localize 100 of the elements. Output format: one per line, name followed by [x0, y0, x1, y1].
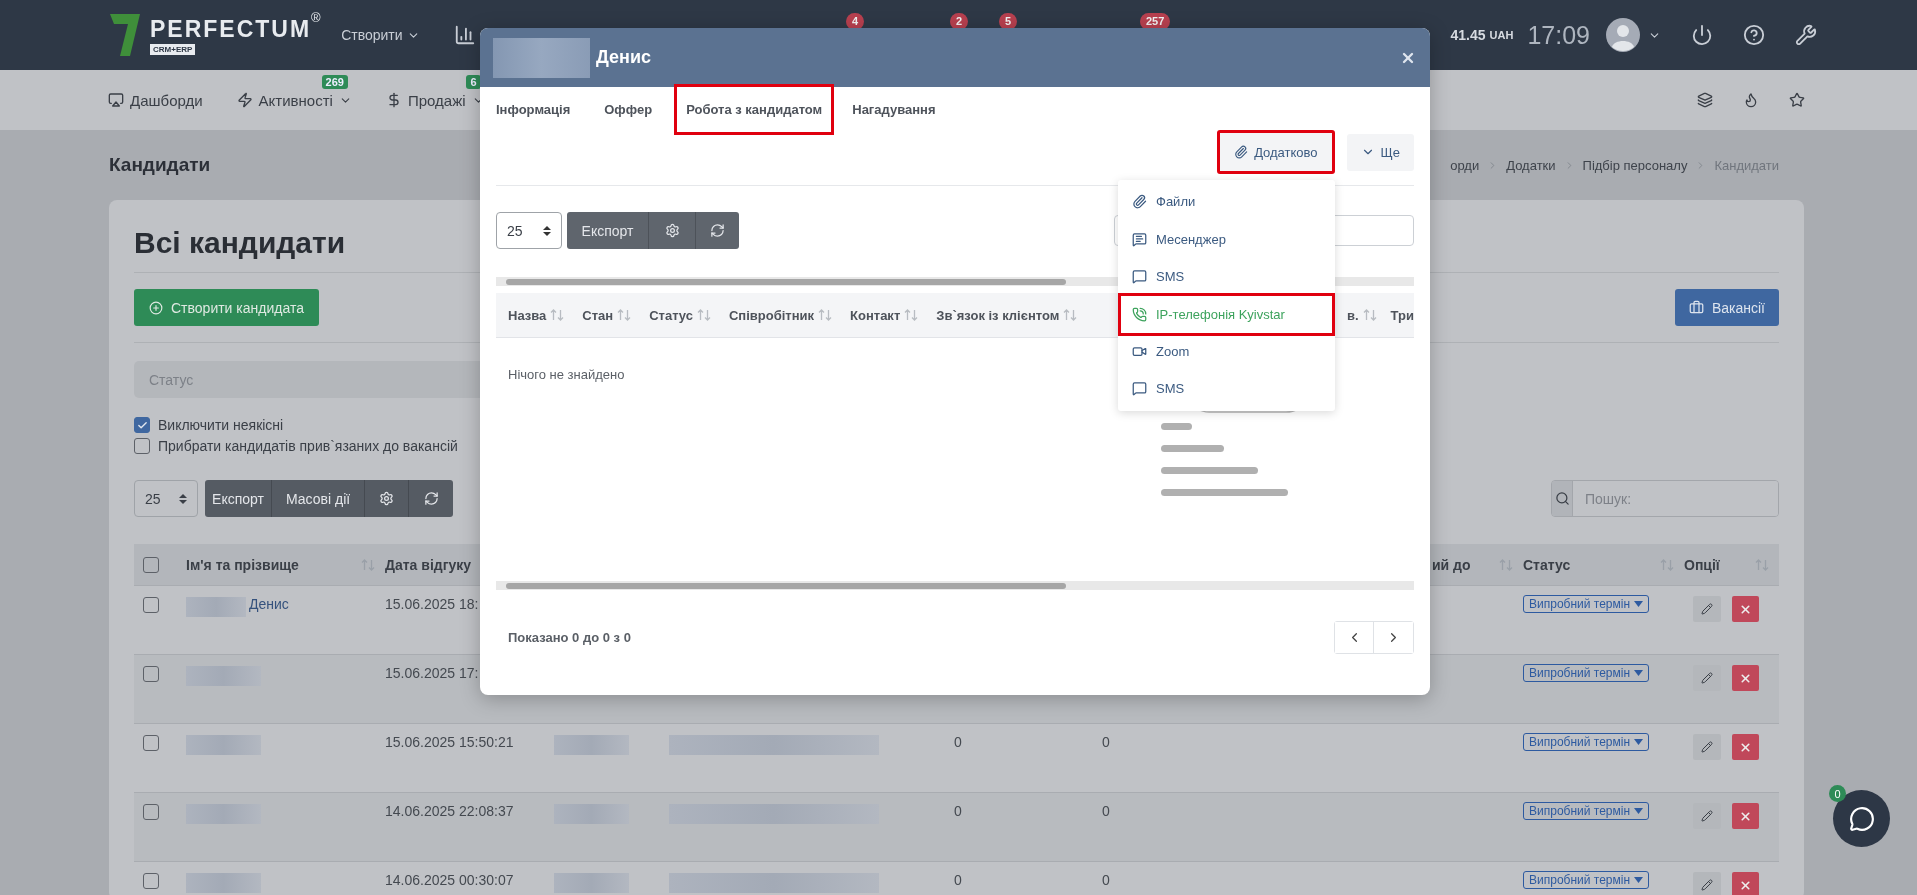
registered-mark: ®	[311, 10, 321, 25]
status-dropdown[interactable]: Випробний термін	[1523, 664, 1650, 682]
candidate-link[interactable]: Денис	[249, 597, 289, 612]
refresh-icon	[423, 491, 439, 506]
layers-icon[interactable]	[1697, 92, 1713, 108]
spinner-icon	[179, 492, 187, 505]
column-header[interactable]: Опції	[1684, 556, 1720, 573]
flame-icon[interactable]	[1743, 92, 1759, 108]
check-icon	[136, 419, 148, 431]
edit-button[interactable]	[1693, 872, 1721, 895]
speech-bubble-icon	[1848, 805, 1875, 832]
nav-item[interactable]: Дашборди	[108, 91, 203, 109]
more-button[interactable]: Ще	[1346, 133, 1414, 171]
gear-icon	[379, 491, 395, 506]
status-dropdown[interactable]: Випробний термін	[1523, 802, 1650, 820]
help-icon[interactable]	[1743, 24, 1765, 46]
table-cell: 0	[954, 804, 962, 819]
table-cell: 0	[1102, 735, 1110, 750]
checkbox[interactable]	[134, 417, 150, 433]
table-cell: 15.06.2025 18:	[385, 597, 479, 612]
logo-text: PERFECTUM	[150, 15, 312, 43]
edit-button[interactable]	[1693, 734, 1721, 760]
vacancies-button[interactable]: Вакансії	[1674, 289, 1779, 326]
breadcrumb-link[interactable]: Підбір персоналу	[1582, 157, 1688, 173]
delete-button[interactable]	[1732, 665, 1759, 691]
checkbox[interactable]	[143, 666, 159, 682]
extra-button[interactable]: Додатково	[1217, 130, 1335, 174]
column-header[interactable]: Стан	[582, 307, 614, 323]
pencil-icon	[1701, 741, 1713, 753]
paperclip-icon	[1132, 194, 1147, 210]
breadcrumb-link[interactable]: орди	[1450, 157, 1480, 173]
column-header[interactable]: Контакт	[850, 307, 901, 323]
balance-amount: 41.45	[1450, 27, 1486, 43]
breadcrumb-link[interactable]: Додатки	[1506, 157, 1556, 173]
tab[interactable]: Оффер	[592, 84, 665, 135]
caret-icon	[1634, 601, 1644, 607]
toolbar-button[interactable]: Експорт	[205, 480, 272, 517]
menu-item[interactable]: SMS	[1118, 370, 1335, 408]
scrollbar[interactable]	[496, 581, 1414, 590]
status-dropdown[interactable]: Випробний термін	[1523, 595, 1650, 613]
checkbox-label: Прибрати кандидатів прив`язаних до вакансій	[158, 438, 458, 454]
tab[interactable]: Інформація	[484, 84, 583, 135]
paperclip-icon	[1234, 145, 1249, 159]
column-header[interactable]: Зв`язок із клієнтом	[936, 307, 1060, 323]
chat-icon	[1132, 269, 1147, 285]
column-header[interactable]: Співробітник	[728, 307, 815, 323]
column-header[interactable]: Ім'я та прізвище	[186, 556, 299, 573]
tab[interactable]: Нагадування	[840, 84, 948, 135]
checkbox[interactable]	[143, 873, 159, 889]
status-dropdown[interactable]: Випробний термін	[1523, 871, 1650, 889]
close-icon	[1739, 671, 1752, 685]
menu-item[interactable]: IP-телефонія Kyivstar	[1118, 292, 1335, 336]
wrench-icon[interactable]	[1795, 24, 1817, 46]
refresh-icon	[710, 223, 725, 238]
search-icon	[1554, 491, 1570, 506]
status-dropdown[interactable]: Випробний термін	[1523, 733, 1650, 751]
power-icon[interactable]	[1691, 24, 1713, 46]
search-field[interactable]: Пошук:	[1551, 480, 1779, 517]
table-cell: 0	[954, 873, 962, 888]
edit-button[interactable]	[1693, 596, 1721, 622]
edit-button[interactable]	[1693, 665, 1721, 691]
page-size-select[interactable]: 25	[496, 212, 562, 249]
delete-button[interactable]	[1732, 803, 1759, 829]
column-header[interactable]: в.	[1347, 307, 1359, 323]
caret-icon	[1634, 808, 1644, 814]
toolbar-button[interactable]: Масові дії	[272, 480, 366, 517]
checkbox[interactable]	[143, 804, 159, 820]
checkbox[interactable]	[134, 438, 150, 454]
checkbox[interactable]	[143, 735, 159, 751]
tab[interactable]: Робота з кандидатом	[674, 84, 835, 135]
create-candidate-button[interactable]: Створити кандидата	[134, 289, 319, 326]
close-icon	[1739, 602, 1752, 616]
empty-message: Нічого не знайдено	[508, 367, 625, 384]
edit-button[interactable]	[1693, 803, 1721, 829]
checkbox-label: Виключити неякісні	[158, 417, 284, 433]
column-header[interactable]: Назва	[508, 307, 547, 323]
currency-label: UAH	[1489, 29, 1514, 41]
avatar-icon[interactable]	[1606, 18, 1640, 52]
checkbox[interactable]	[143, 556, 159, 573]
column-header[interactable]: Три	[1390, 307, 1414, 323]
delete-button[interactable]	[1732, 734, 1759, 760]
delete-button[interactable]	[1732, 596, 1759, 622]
create-menu[interactable]: Створити	[341, 27, 420, 43]
bar-chart-icon[interactable]	[453, 24, 476, 46]
column-header[interactable]: Статус	[649, 307, 693, 323]
delete-button[interactable]	[1732, 872, 1759, 895]
spinner-icon	[543, 224, 551, 237]
message-icon	[1132, 231, 1147, 247]
blurred-text	[186, 597, 246, 617]
column-header[interactable]: Дата відгуку	[385, 556, 472, 573]
lightning-icon	[236, 92, 253, 108]
chat-button[interactable]	[1833, 790, 1890, 847]
column-header[interactable]: ий до	[1432, 556, 1471, 573]
column-header[interactable]: Статус	[1523, 556, 1571, 573]
menu-item[interactable]: Месенджер	[1118, 220, 1335, 258]
star-icon[interactable]	[1789, 92, 1805, 108]
checkbox[interactable]	[143, 597, 159, 613]
results-summary: Показано 0 до 0 з 0	[508, 630, 631, 645]
page-size-select[interactable]: 25	[134, 480, 198, 517]
monitor-icon	[108, 92, 124, 108]
